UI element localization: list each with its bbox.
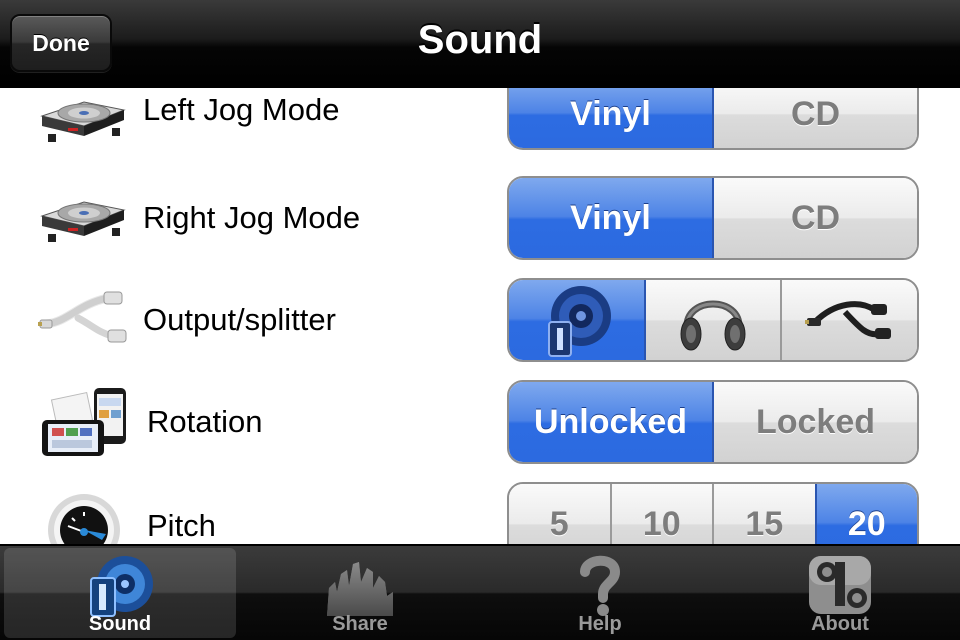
- setting-row-pitch: Pitch 5 10 15 20: [0, 482, 960, 544]
- segment-option-cd[interactable]: CD: [712, 88, 917, 148]
- segment-option-locked[interactable]: Locked: [712, 382, 917, 462]
- segment-option-20[interactable]: 20: [814, 484, 917, 544]
- headphones-icon: [680, 300, 746, 351]
- page-title: Sound: [417, 18, 543, 62]
- rotation-segmented-control[interactable]: Unlocked Locked: [507, 380, 919, 464]
- tab-label: About: [811, 613, 869, 635]
- tab-sound[interactable]: Sound: [4, 548, 236, 638]
- segment-option-vinyl[interactable]: Vinyl: [509, 88, 712, 148]
- ipod-devices-icon: [42, 388, 126, 456]
- splitter-cable-icon: [804, 301, 891, 339]
- output-segmented-control[interactable]: [507, 278, 919, 362]
- turntable-icon: [40, 101, 126, 142]
- speaker-app-icon: [90, 556, 153, 617]
- tab-share[interactable]: Share: [244, 548, 476, 638]
- segment-option-cd[interactable]: CD: [712, 178, 917, 258]
- tab-label: Help: [578, 613, 622, 635]
- tab-about[interactable]: About: [724, 548, 956, 638]
- turntable-icon: [40, 201, 126, 242]
- crowd-icon: [327, 562, 393, 616]
- segment-option-splitter-cable[interactable]: [780, 280, 917, 360]
- app-logo-icon: [809, 556, 871, 614]
- jog-mode-segmented-control[interactable]: Vinyl CD: [507, 176, 919, 260]
- segment-option-10[interactable]: 10: [609, 484, 712, 544]
- setting-label: Pitch: [147, 508, 216, 543]
- setting-row-rotation: Rotation Unlocked Locked: [0, 380, 960, 470]
- navigation-bar: Done Sound: [0, 0, 960, 88]
- settings-list[interactable]: Left Jog Mode Vinyl CD Right Jog Mode Vi…: [0, 88, 960, 544]
- setting-row-output-splitter: Output/splitter: [0, 278, 960, 368]
- pitch-dial-icon: [48, 494, 120, 544]
- tab-bar: Sound Share Help About: [0, 544, 960, 640]
- tab-label: Sound: [88, 613, 152, 635]
- tab-help[interactable]: Help: [484, 548, 716, 638]
- setting-label: Rotation: [147, 404, 263, 439]
- question-mark-icon: [580, 555, 621, 616]
- setting-row-right-jog-mode: Right Jog Mode Vinyl CD: [0, 176, 960, 266]
- setting-label: Output/splitter: [143, 302, 336, 337]
- tab-label: Share: [332, 613, 388, 635]
- segment-option-15[interactable]: 15: [712, 484, 815, 544]
- segment-option-headphones[interactable]: [643, 280, 781, 360]
- segment-option-speaker[interactable]: [509, 280, 644, 360]
- pitch-segmented-control[interactable]: 5 10 15 20: [507, 482, 919, 544]
- segment-option-vinyl[interactable]: Vinyl: [509, 178, 712, 258]
- jog-mode-segmented-control[interactable]: Vinyl CD: [507, 88, 919, 150]
- setting-label: Left Jog Mode: [143, 92, 340, 127]
- setting-label: Right Jog Mode: [143, 200, 361, 235]
- segment-option-5[interactable]: 5: [509, 484, 610, 544]
- speaker-icon: [548, 286, 612, 357]
- audio-splitter-cable-icon: [38, 291, 127, 343]
- segment-option-unlocked[interactable]: Unlocked: [509, 382, 712, 462]
- setting-row-left-jog-mode: Left Jog Mode Vinyl CD: [0, 88, 960, 170]
